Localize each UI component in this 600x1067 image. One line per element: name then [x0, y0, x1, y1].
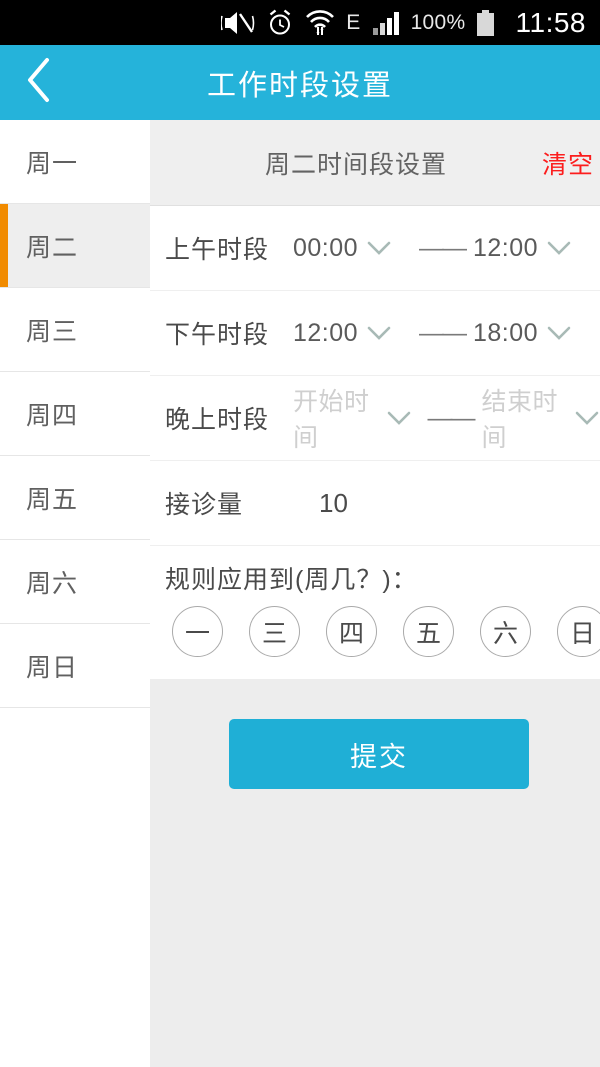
- range-separator: ——: [427, 403, 476, 432]
- morning-end-value: 12:00: [473, 233, 539, 262]
- content-header: 周二时间段设置 清空: [150, 120, 600, 206]
- evening-end-value: 结束时间: [481, 388, 559, 452]
- day-toggle-label: 一: [184, 619, 210, 648]
- chevron-down-icon: [544, 323, 574, 343]
- afternoon-start-value: 12:00: [293, 318, 359, 347]
- range-separator: ——: [419, 318, 467, 347]
- battery-icon: [476, 9, 494, 36]
- settings-card: 上午时段 00:00 —— 12:00 下午时段 12:00 —— 18:00 …: [150, 206, 600, 679]
- alarm-icon: [266, 9, 294, 37]
- evening-start-value: 开始时间: [293, 388, 370, 452]
- sidebar-item-label: 周六: [26, 569, 79, 598]
- period-label: 上午时段: [165, 236, 270, 264]
- sidebar-item-thursday[interactable]: 周四: [0, 372, 150, 456]
- content-title: 周二时间段设置: [264, 150, 447, 179]
- signal-icon: [372, 11, 400, 35]
- network-type-label: E: [346, 10, 361, 34]
- sidebar-item-label: 周一: [26, 149, 79, 178]
- sidebar-item-label: 周四: [26, 401, 79, 430]
- morning-start-select[interactable]: 00:00: [293, 234, 411, 263]
- sidebar-item-label: 周二: [26, 233, 79, 262]
- sidebar-item-label: 周日: [26, 653, 79, 682]
- title-bar: 工作时段设置: [0, 45, 600, 120]
- chevron-down-icon: [364, 238, 394, 258]
- morning-start-value: 00:00: [293, 233, 359, 262]
- day-toggle-thursday[interactable]: 四: [326, 606, 377, 657]
- wifi-icon: [305, 9, 335, 37]
- period-label: 晚上时段: [165, 406, 270, 434]
- sidebar-item-label: 周三: [26, 317, 79, 346]
- clear-button[interactable]: 清空: [542, 145, 594, 181]
- settings-content: 周二时间段设置 清空 上午时段 00:00 —— 12:00 下午时段 12:0…: [150, 120, 600, 1067]
- weekday-sidebar: 周一 周二 周三 周四 周五 周六 周日: [0, 120, 150, 1067]
- battery-percent-label: 100%: [410, 10, 466, 34]
- period-row-evening: 晚上时段 开始时间 —— 结束时间: [150, 376, 600, 461]
- submit-area: 提交: [150, 679, 600, 789]
- sidebar-item-saturday[interactable]: 周六: [0, 540, 150, 624]
- rule-day-selector: 一 三 四 五 六 日: [150, 600, 600, 679]
- sidebar-item-tuesday[interactable]: 周二: [0, 204, 150, 288]
- back-button[interactable]: [0, 45, 78, 120]
- day-toggle-label: 日: [569, 619, 595, 648]
- day-toggle-label: 四: [338, 619, 364, 648]
- chevron-down-icon: [572, 408, 600, 428]
- status-bar: E 100% 11:58: [0, 0, 600, 45]
- chevron-down-icon: [364, 323, 394, 343]
- afternoon-end-value: 18:00: [473, 318, 539, 347]
- capacity-value: 10: [319, 487, 348, 518]
- capacity-label: 接诊量: [165, 491, 244, 519]
- rule-apply-label: 规则应用到(周几？)：: [165, 566, 418, 594]
- status-icon-group: E 100% 11:58: [221, 7, 586, 39]
- sidebar-item-label: 周五: [26, 485, 79, 514]
- day-toggle-sunday[interactable]: 日: [557, 606, 600, 657]
- sidebar-item-wednesday[interactable]: 周三: [0, 288, 150, 372]
- evening-end-select[interactable]: 结束时间: [482, 382, 600, 454]
- day-toggle-label: 六: [492, 619, 518, 648]
- vibrate-mute-icon: [221, 10, 255, 36]
- range-separator: ——: [419, 233, 467, 262]
- sidebar-item-sunday[interactable]: 周日: [0, 624, 150, 708]
- period-row-afternoon: 下午时段 12:00 —— 18:00: [150, 291, 600, 376]
- chevron-down-icon: [544, 238, 574, 258]
- day-toggle-wednesday[interactable]: 三: [249, 606, 300, 657]
- day-toggle-label: 五: [415, 619, 441, 648]
- afternoon-end-select[interactable]: 18:00: [473, 319, 591, 348]
- page-title: 工作时段设置: [206, 69, 393, 102]
- back-chevron-icon: [24, 56, 54, 109]
- body-container: 周一 周二 周三 周四 周五 周六 周日 周二时间段设置 清空 上午时段 00:…: [0, 120, 600, 1067]
- day-toggle-monday[interactable]: 一: [172, 606, 223, 657]
- app-root: E 100% 11:58 工作时段设置 周一 周二 周三 周四 周五 周六 周日…: [0, 0, 600, 1067]
- day-toggle-friday[interactable]: 五: [403, 606, 454, 657]
- sidebar-item-friday[interactable]: 周五: [0, 456, 150, 540]
- period-label: 下午时段: [165, 321, 270, 349]
- period-row-morning: 上午时段 00:00 —— 12:00: [150, 206, 600, 291]
- clock-label: 11:58: [515, 6, 586, 38]
- day-toggle-label: 三: [261, 619, 287, 648]
- sidebar-item-monday[interactable]: 周一: [0, 120, 150, 204]
- day-toggle-saturday[interactable]: 六: [480, 606, 531, 657]
- afternoon-start-select[interactable]: 12:00: [293, 319, 411, 348]
- chevron-down-icon: [384, 408, 414, 428]
- morning-end-select[interactable]: 12:00: [473, 234, 591, 263]
- submit-button[interactable]: 提交: [229, 719, 529, 789]
- capacity-row[interactable]: 接诊量 10: [150, 461, 600, 546]
- evening-start-select[interactable]: 开始时间: [293, 382, 420, 454]
